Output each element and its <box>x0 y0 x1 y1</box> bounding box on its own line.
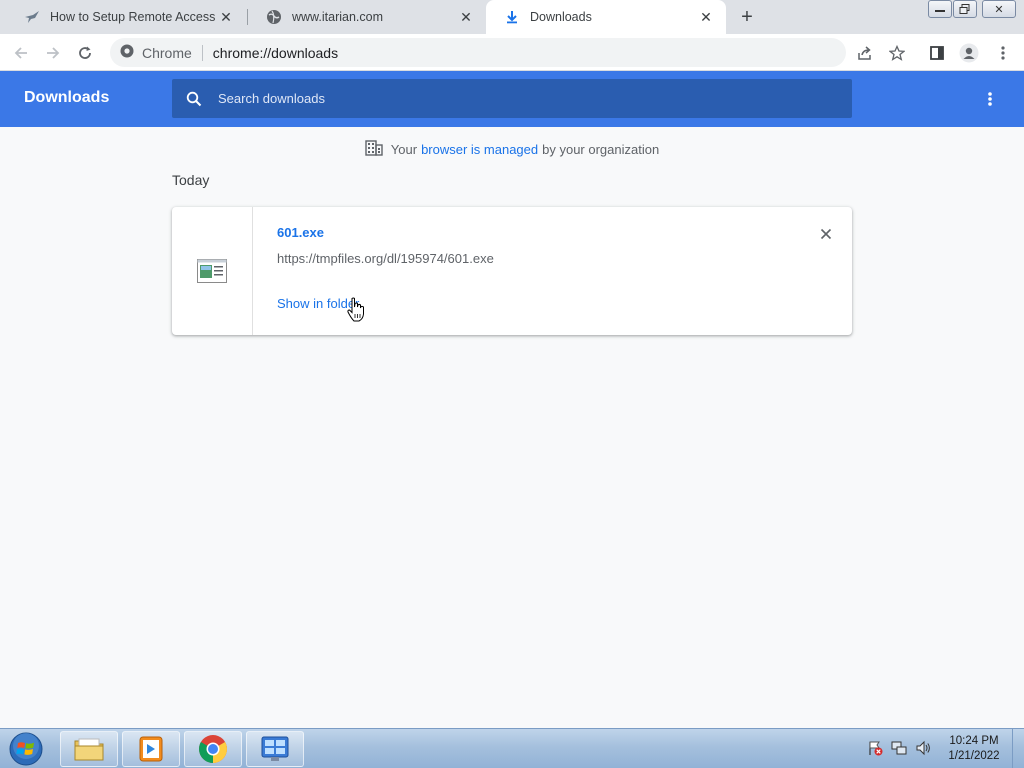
address-bar[interactable]: Chrome chrome://downloads <box>110 38 846 67</box>
building-icon <box>365 139 383 159</box>
page-title: Downloads <box>24 89 110 106</box>
taskbar-media-player[interactable] <box>122 731 180 767</box>
url-text[interactable]: chrome://downloads <box>213 45 338 61</box>
reload-button[interactable] <box>72 40 98 66</box>
search-input[interactable] <box>218 91 818 106</box>
chrome-icon <box>199 735 227 763</box>
forward-button[interactable] <box>40 40 66 66</box>
search-box[interactable] <box>172 79 852 118</box>
share-icon <box>858 46 871 60</box>
side-panel-icon <box>930 46 944 60</box>
close-tab-icon[interactable]: ✕ <box>458 9 474 25</box>
address-divider <box>201 44 203 61</box>
tab-title: Downloads <box>530 10 592 24</box>
tab-title: How to Setup Remote Access Wi <box>50 10 218 24</box>
hand-cursor-icon <box>347 297 364 322</box>
downloads-menu-button[interactable] <box>978 87 1002 111</box>
managed-notice: Your browser is managed by your organiza… <box>0 139 1024 159</box>
close-tab-icon[interactable]: ✕ <box>218 9 234 25</box>
date-section-heading: Today <box>172 172 210 188</box>
bookmark-button[interactable] <box>884 40 910 66</box>
share-button[interactable] <box>852 40 878 66</box>
close-icon <box>820 228 832 240</box>
itarian-bird-icon <box>24 9 40 25</box>
file-icon-column <box>172 207 253 335</box>
tab-strip: How to Setup Remote Access Wi ✕ www.itar… <box>0 0 1024 34</box>
side-panel-button[interactable] <box>924 40 950 66</box>
chrome-logo-icon <box>120 44 134 61</box>
clock-time: 10:24 PM <box>949 735 999 747</box>
action-center-flag-icon[interactable] <box>866 739 884 757</box>
managed-text-suffix: by your organization <box>542 141 660 157</box>
managed-link[interactable]: browser is managed <box>421 142 538 157</box>
downloads-header: Downloads <box>0 71 1024 127</box>
folder-icon <box>74 738 104 761</box>
media-player-icon <box>139 736 163 762</box>
network-icon[interactable] <box>890 739 908 757</box>
clock-date: 1/21/2022 <box>948 750 1000 762</box>
tab-itarian[interactable]: www.itarian.com ✕ <box>248 0 486 34</box>
reload-icon <box>79 46 91 59</box>
windows-taskbar: 10:24 PM 1/21/2022 <box>0 728 1024 768</box>
system-clock[interactable]: 10:24 PM 1/21/2022 <box>940 734 1008 764</box>
close-icon: ✕ <box>994 3 1004 16</box>
vertical-dots-icon <box>988 92 992 106</box>
windows-logo-icon <box>9 732 43 766</box>
taskbar-control-panel[interactable] <box>246 731 304 767</box>
new-tab-button[interactable]: + <box>736 6 758 28</box>
back-arrow-icon <box>14 47 27 59</box>
minimize-button[interactable] <box>928 0 952 18</box>
forward-arrow-icon <box>47 47 60 59</box>
managed-text-prefix: Your <box>390 141 418 157</box>
close-window-button[interactable]: ✕ <box>982 0 1016 18</box>
browser-toolbar: Chrome chrome://downloads <box>0 34 1024 71</box>
back-button[interactable] <box>8 40 34 66</box>
star-icon <box>889 45 905 61</box>
globe-icon <box>266 9 282 25</box>
executable-file-icon <box>197 259 227 283</box>
download-icon <box>504 9 520 25</box>
restore-button[interactable] <box>953 0 977 18</box>
taskbar-explorer[interactable] <box>60 731 118 767</box>
download-source-url: https://tmpfiles.org/dl/195974/601.exe <box>277 251 494 266</box>
tab-downloads[interactable]: Downloads ✕ <box>486 0 726 34</box>
tab-remote-access[interactable]: How to Setup Remote Access Wi ✕ <box>6 0 246 34</box>
chrome-menu-button[interactable] <box>990 40 1016 66</box>
start-button[interactable] <box>6 731 46 767</box>
avatar-icon <box>959 43 979 63</box>
site-label: Chrome <box>142 44 192 61</box>
download-item-card: 601.exe https://tmpfiles.org/dl/195974/6… <box>172 207 852 335</box>
volume-icon[interactable] <box>914 739 932 757</box>
vertical-dots-icon <box>1001 46 1005 60</box>
tab-title: www.itarian.com <box>292 10 383 24</box>
profile-button[interactable] <box>956 40 982 66</box>
remove-download-button[interactable] <box>817 225 835 243</box>
control-panel-icon <box>261 736 289 761</box>
show-desktop-button[interactable] <box>1012 729 1024 768</box>
close-tab-icon[interactable]: ✕ <box>698 9 714 25</box>
search-icon <box>186 91 202 106</box>
taskbar-chrome[interactable] <box>184 731 242 767</box>
minimize-icon <box>935 10 945 12</box>
restore-icon <box>959 4 970 14</box>
download-filename-link[interactable]: 601.exe <box>277 225 324 240</box>
